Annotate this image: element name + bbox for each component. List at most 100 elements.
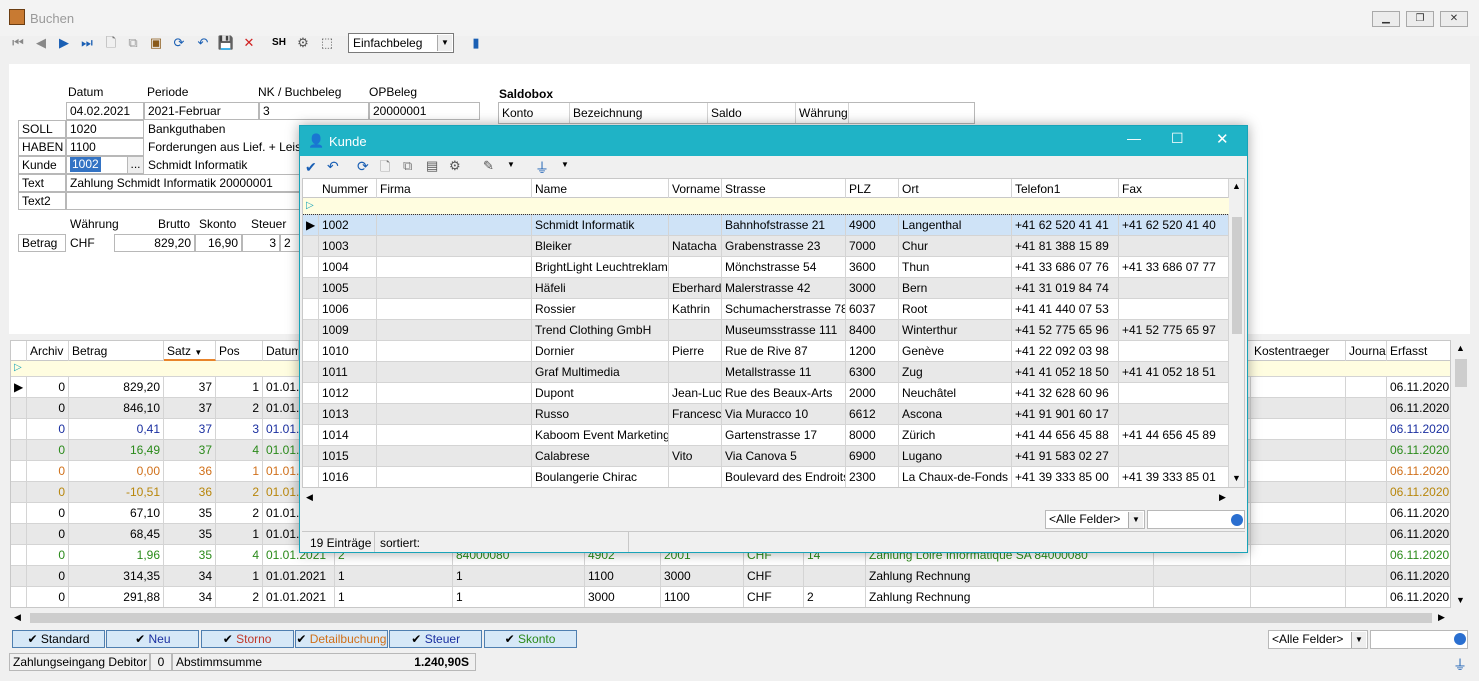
kunde-col-telefon1[interactable]: Telefon1 bbox=[1012, 179, 1119, 198]
book-icon[interactable]: ▮ bbox=[467, 34, 485, 54]
kunde-col-strasse[interactable]: Strasse bbox=[722, 179, 846, 198]
scroll-up-icon[interactable]: ▲ bbox=[1232, 181, 1241, 191]
col-archiv[interactable]: Archiv bbox=[27, 341, 69, 361]
new-document-icon[interactable]: 🗋 bbox=[380, 158, 390, 180]
table-row[interactable]: 0 314,35 34 1 01.01.2021 1 1 1100 3000 CHF Zahlung… bbox=[11, 566, 1450, 587]
minimize-button[interactable]: ▁ bbox=[1372, 11, 1400, 27]
new-document-icon[interactable]: 🗋 bbox=[102, 34, 120, 54]
skonto-input[interactable]: 16,90 bbox=[195, 234, 242, 252]
grid-vertical-scrollbar[interactable]: ▲ ▼ bbox=[1452, 341, 1470, 609]
col-datum[interactable]: Datum bbox=[263, 341, 299, 361]
dialog-minimize-icon[interactable]: — bbox=[1127, 130, 1141, 146]
col-erfasst[interactable]: Erfasst bbox=[1387, 341, 1450, 361]
soll-input[interactable]: 1020 bbox=[66, 120, 144, 138]
chevron-down-icon[interactable]: ▼ bbox=[561, 160, 569, 169]
pin-icon[interactable]: ✎ bbox=[483, 158, 494, 174]
scroll-left-icon[interactable]: ◀ bbox=[306, 492, 313, 503]
restore-button[interactable]: ❐ bbox=[1406, 11, 1434, 27]
undo-icon[interactable]: ↶ bbox=[327, 158, 339, 175]
last-record-icon[interactable]: ⏭ bbox=[78, 34, 96, 54]
scroll-thumb[interactable] bbox=[1455, 359, 1467, 387]
options-icon[interactable]: ⚙ bbox=[294, 34, 312, 54]
kunde-row[interactable]: 1013 RussoFrancescoVia Muracco 106612Asco… bbox=[303, 404, 1229, 425]
package-icon[interactable]: ▣ bbox=[147, 34, 165, 54]
search-go-icon[interactable] bbox=[1454, 633, 1466, 645]
refresh-icon[interactable]: ⟳ bbox=[170, 34, 188, 54]
kunde-horizontal-scrollbar[interactable]: ◀ ▶ bbox=[302, 490, 1228, 507]
col-pos[interactable]: Pos bbox=[216, 341, 263, 361]
chevron-down-icon[interactable]: ▼ bbox=[1128, 512, 1143, 528]
hscroll-thumb[interactable] bbox=[30, 613, 1432, 623]
chevron-down-icon[interactable]: ▼ bbox=[507, 160, 515, 169]
filter-neu-button[interactable]: ✔ Neu bbox=[106, 630, 200, 648]
scroll-down-icon[interactable]: ▼ bbox=[1456, 595, 1465, 605]
kunde-col-nummer[interactable]: Nummer bbox=[319, 179, 377, 198]
table-row[interactable]: 0 291,88 34 2 01.01.2021 1 1 3000 1100 CHF 2 Zahlun… bbox=[11, 587, 1450, 607]
card-icon[interactable]: ▤ bbox=[426, 158, 438, 174]
col-kostentraeger[interactable]: Kostentraeger bbox=[1251, 341, 1346, 361]
kunde-row[interactable]: ▶ 1002 Schmidt Informatik Bahnhofstrasse 21… bbox=[303, 214, 1230, 237]
kunde-row[interactable]: 1011 Graf Multimedia Metallstrasse 11 6300 Z… bbox=[303, 362, 1229, 383]
scroll-thumb[interactable] bbox=[1232, 217, 1242, 334]
kunde-col-name[interactable]: Name bbox=[532, 179, 669, 198]
kunde-row[interactable]: 1004 BrightLight Leuchtreklamen A Mönchstr… bbox=[303, 257, 1229, 278]
kunde-input[interactable]: 1002 bbox=[70, 157, 101, 172]
text2-input[interactable] bbox=[66, 192, 301, 210]
kunde-row[interactable]: 1003 Bleiker Natacha Grabenstrasse 23 7000 Ch… bbox=[303, 236, 1229, 257]
chevron-down-icon[interactable]: ▼ bbox=[437, 35, 452, 51]
col-journal[interactable]: Journal bbox=[1346, 341, 1387, 361]
dialog-close-icon[interactable]: ✕ bbox=[1216, 130, 1229, 148]
scroll-left-icon[interactable]: ◀ bbox=[14, 612, 21, 623]
periode-select[interactable]: 2021-Februar bbox=[144, 102, 259, 120]
search-go-icon[interactable] bbox=[1231, 514, 1243, 526]
sh-icon[interactable]: SH bbox=[270, 34, 288, 54]
kunde-col-fax[interactable]: Fax bbox=[1119, 179, 1229, 198]
kunde-row[interactable]: 1010 Dornier Pierre Rue de Rive 87 1200 Genèv… bbox=[303, 341, 1229, 362]
kunde-vertical-scrollbar[interactable]: ▲ ▼ bbox=[1229, 179, 1244, 487]
select-icon[interactable]: ⬚ bbox=[318, 34, 336, 54]
kunde-col-plz[interactable]: PLZ bbox=[846, 179, 899, 198]
kunde-row[interactable]: 1016 Boulangerie Chirac Boulevard des Endr… bbox=[303, 467, 1229, 487]
chevron-down-icon[interactable]: ▼ bbox=[1351, 632, 1366, 648]
close-button[interactable]: ✕ bbox=[1440, 11, 1468, 27]
next-record-icon[interactable]: ▶ bbox=[55, 34, 73, 54]
grid-horizontal-scrollbar[interactable]: ◀ ▶ bbox=[10, 610, 1451, 626]
steuer2-input[interactable]: 2 bbox=[280, 234, 301, 252]
filter-funnel-icon[interactable]: ⏚ bbox=[1453, 655, 1467, 675]
filter-detailbuchung-button[interactable]: ✔ Detailbuchung bbox=[294, 630, 388, 648]
kunde-search-fields-select[interactable]: <Alle Felder> ▼ bbox=[1045, 510, 1145, 529]
filter-skonto-button[interactable]: ✔ Skonto bbox=[483, 630, 577, 648]
previous-record-icon[interactable]: ◀ bbox=[32, 34, 50, 54]
delete-icon[interactable]: ✕ bbox=[240, 34, 258, 54]
kunde-row[interactable]: 1015 Calabrese Vito Via Canova 5 6900 Lugano +… bbox=[303, 446, 1229, 467]
scroll-right-icon[interactable]: ▶ bbox=[1219, 492, 1226, 503]
scroll-up-icon[interactable]: ▲ bbox=[1456, 343, 1465, 353]
scroll-down-icon[interactable]: ▼ bbox=[1232, 473, 1241, 483]
nk-input[interactable]: 3 bbox=[259, 102, 369, 120]
haben-input[interactable]: 1100 bbox=[66, 138, 144, 156]
undo-icon[interactable]: ↶ bbox=[194, 34, 212, 54]
kunde-row[interactable]: 1012 Dupont Jean-Luc Rue des Beaux-Arts 2000… bbox=[303, 383, 1229, 404]
text-input[interactable]: Zahlung Schmidt Informatik 20000001 bbox=[66, 174, 301, 192]
grid-search-fields-select[interactable]: <Alle Felder> ▼ bbox=[1268, 630, 1368, 649]
dialog-maximize-icon[interactable]: ☐ bbox=[1171, 130, 1184, 147]
refresh-icon[interactable]: ⟳ bbox=[357, 158, 369, 175]
first-record-icon[interactable]: ⏮ bbox=[9, 34, 27, 54]
kunde-filter-row[interactable]: ▷ bbox=[303, 198, 1244, 215]
filter-standard-button[interactable]: ✔ Standard bbox=[12, 630, 105, 648]
voucher-type-select[interactable]: Einfachbeleg ▼ bbox=[348, 33, 454, 53]
kunde-col-firma[interactable]: Firma bbox=[377, 179, 532, 198]
kunde-col-vorname[interactable]: Vorname bbox=[669, 179, 722, 198]
kunde-row[interactable]: 1014 Kaboom Event Marketing Gm Gartenstras… bbox=[303, 425, 1229, 446]
save-icon[interactable]: 💾 bbox=[217, 34, 235, 54]
steuer-input[interactable]: 3 bbox=[242, 234, 280, 252]
kunde-row[interactable]: 1006 Rossier Kathrin Schumacherstrasse 78 60… bbox=[303, 299, 1229, 320]
kunde-col-ort[interactable]: Ort bbox=[899, 179, 1012, 198]
filter-funnel-icon[interactable]: ⏚ bbox=[535, 158, 549, 178]
kunde-lookup-button[interactable]: ... bbox=[127, 156, 144, 174]
kunde-grid[interactable]: Nummer Firma Name Vorname Strasse PLZ Ort Telef… bbox=[302, 178, 1245, 488]
copy-document-icon[interactable]: ⧉ bbox=[124, 34, 142, 54]
filter-storno-button[interactable]: ✔ Storno bbox=[200, 630, 294, 648]
confirm-icon[interactable]: ✔ bbox=[305, 159, 317, 176]
kunde-row[interactable]: 1005 Häfeli Eberhard Malerstrasse 42 3000 Ber… bbox=[303, 278, 1229, 299]
